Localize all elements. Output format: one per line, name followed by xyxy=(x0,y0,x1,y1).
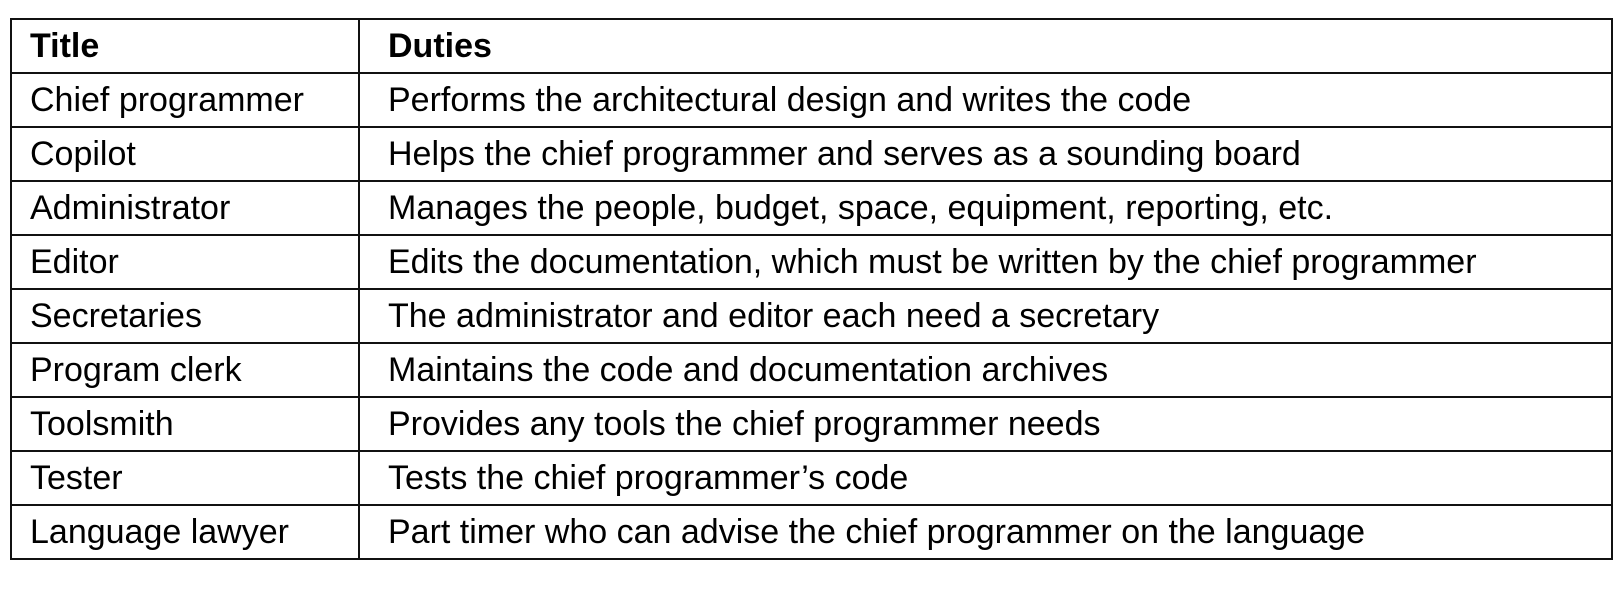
column-header-title: Title xyxy=(10,18,360,74)
roles-table: Title Duties Chief programmer Performs t… xyxy=(10,18,1613,560)
column-header-duties: Duties xyxy=(358,18,1613,74)
duties-cell: Performs the architectural design and wr… xyxy=(358,72,1613,128)
title-cell: Chief programmer xyxy=(10,72,360,128)
duties-cell: Manages the people, budget, space, equip… xyxy=(358,180,1613,236)
table-row: Secretaries The administrator and editor… xyxy=(10,288,1613,344)
title-cell: Program clerk xyxy=(10,342,360,398)
duties-cell: Edits the documentation, which must be w… xyxy=(358,234,1613,290)
table-row: Program clerk Maintains the code and doc… xyxy=(10,342,1613,398)
table-row: Tester Tests the chief programmer’s code xyxy=(10,450,1613,506)
title-cell: Administrator xyxy=(10,180,360,236)
title-cell: Tester xyxy=(10,450,360,506)
duties-cell: Part timer who can advise the chief prog… xyxy=(358,504,1613,560)
title-cell: Secretaries xyxy=(10,288,360,344)
duties-cell: Provides any tools the chief programmer … xyxy=(358,396,1613,452)
table-row: Editor Edits the documentation, which mu… xyxy=(10,234,1613,290)
title-cell: Toolsmith xyxy=(10,396,360,452)
table-row: Administrator Manages the people, budget… xyxy=(10,180,1613,236)
table-row: Chief programmer Performs the architectu… xyxy=(10,72,1613,128)
title-cell: Copilot xyxy=(10,126,360,182)
header-row: Title Duties xyxy=(10,18,1613,74)
duties-cell: Tests the chief programmer’s code xyxy=(358,450,1613,506)
duties-cell: Helps the chief programmer and serves as… xyxy=(358,126,1613,182)
title-cell: Editor xyxy=(10,234,360,290)
duties-cell: The administrator and editor each need a… xyxy=(358,288,1613,344)
title-cell: Language lawyer xyxy=(10,504,360,560)
table-header: Title Duties xyxy=(10,18,1613,74)
table-row: Copilot Helps the chief programmer and s… xyxy=(10,126,1613,182)
table-row: Language lawyer Part timer who can advis… xyxy=(10,504,1613,560)
duties-cell: Maintains the code and documentation arc… xyxy=(358,342,1613,398)
table-row: Toolsmith Provides any tools the chief p… xyxy=(10,396,1613,452)
table-body: Chief programmer Performs the architectu… xyxy=(10,72,1613,560)
